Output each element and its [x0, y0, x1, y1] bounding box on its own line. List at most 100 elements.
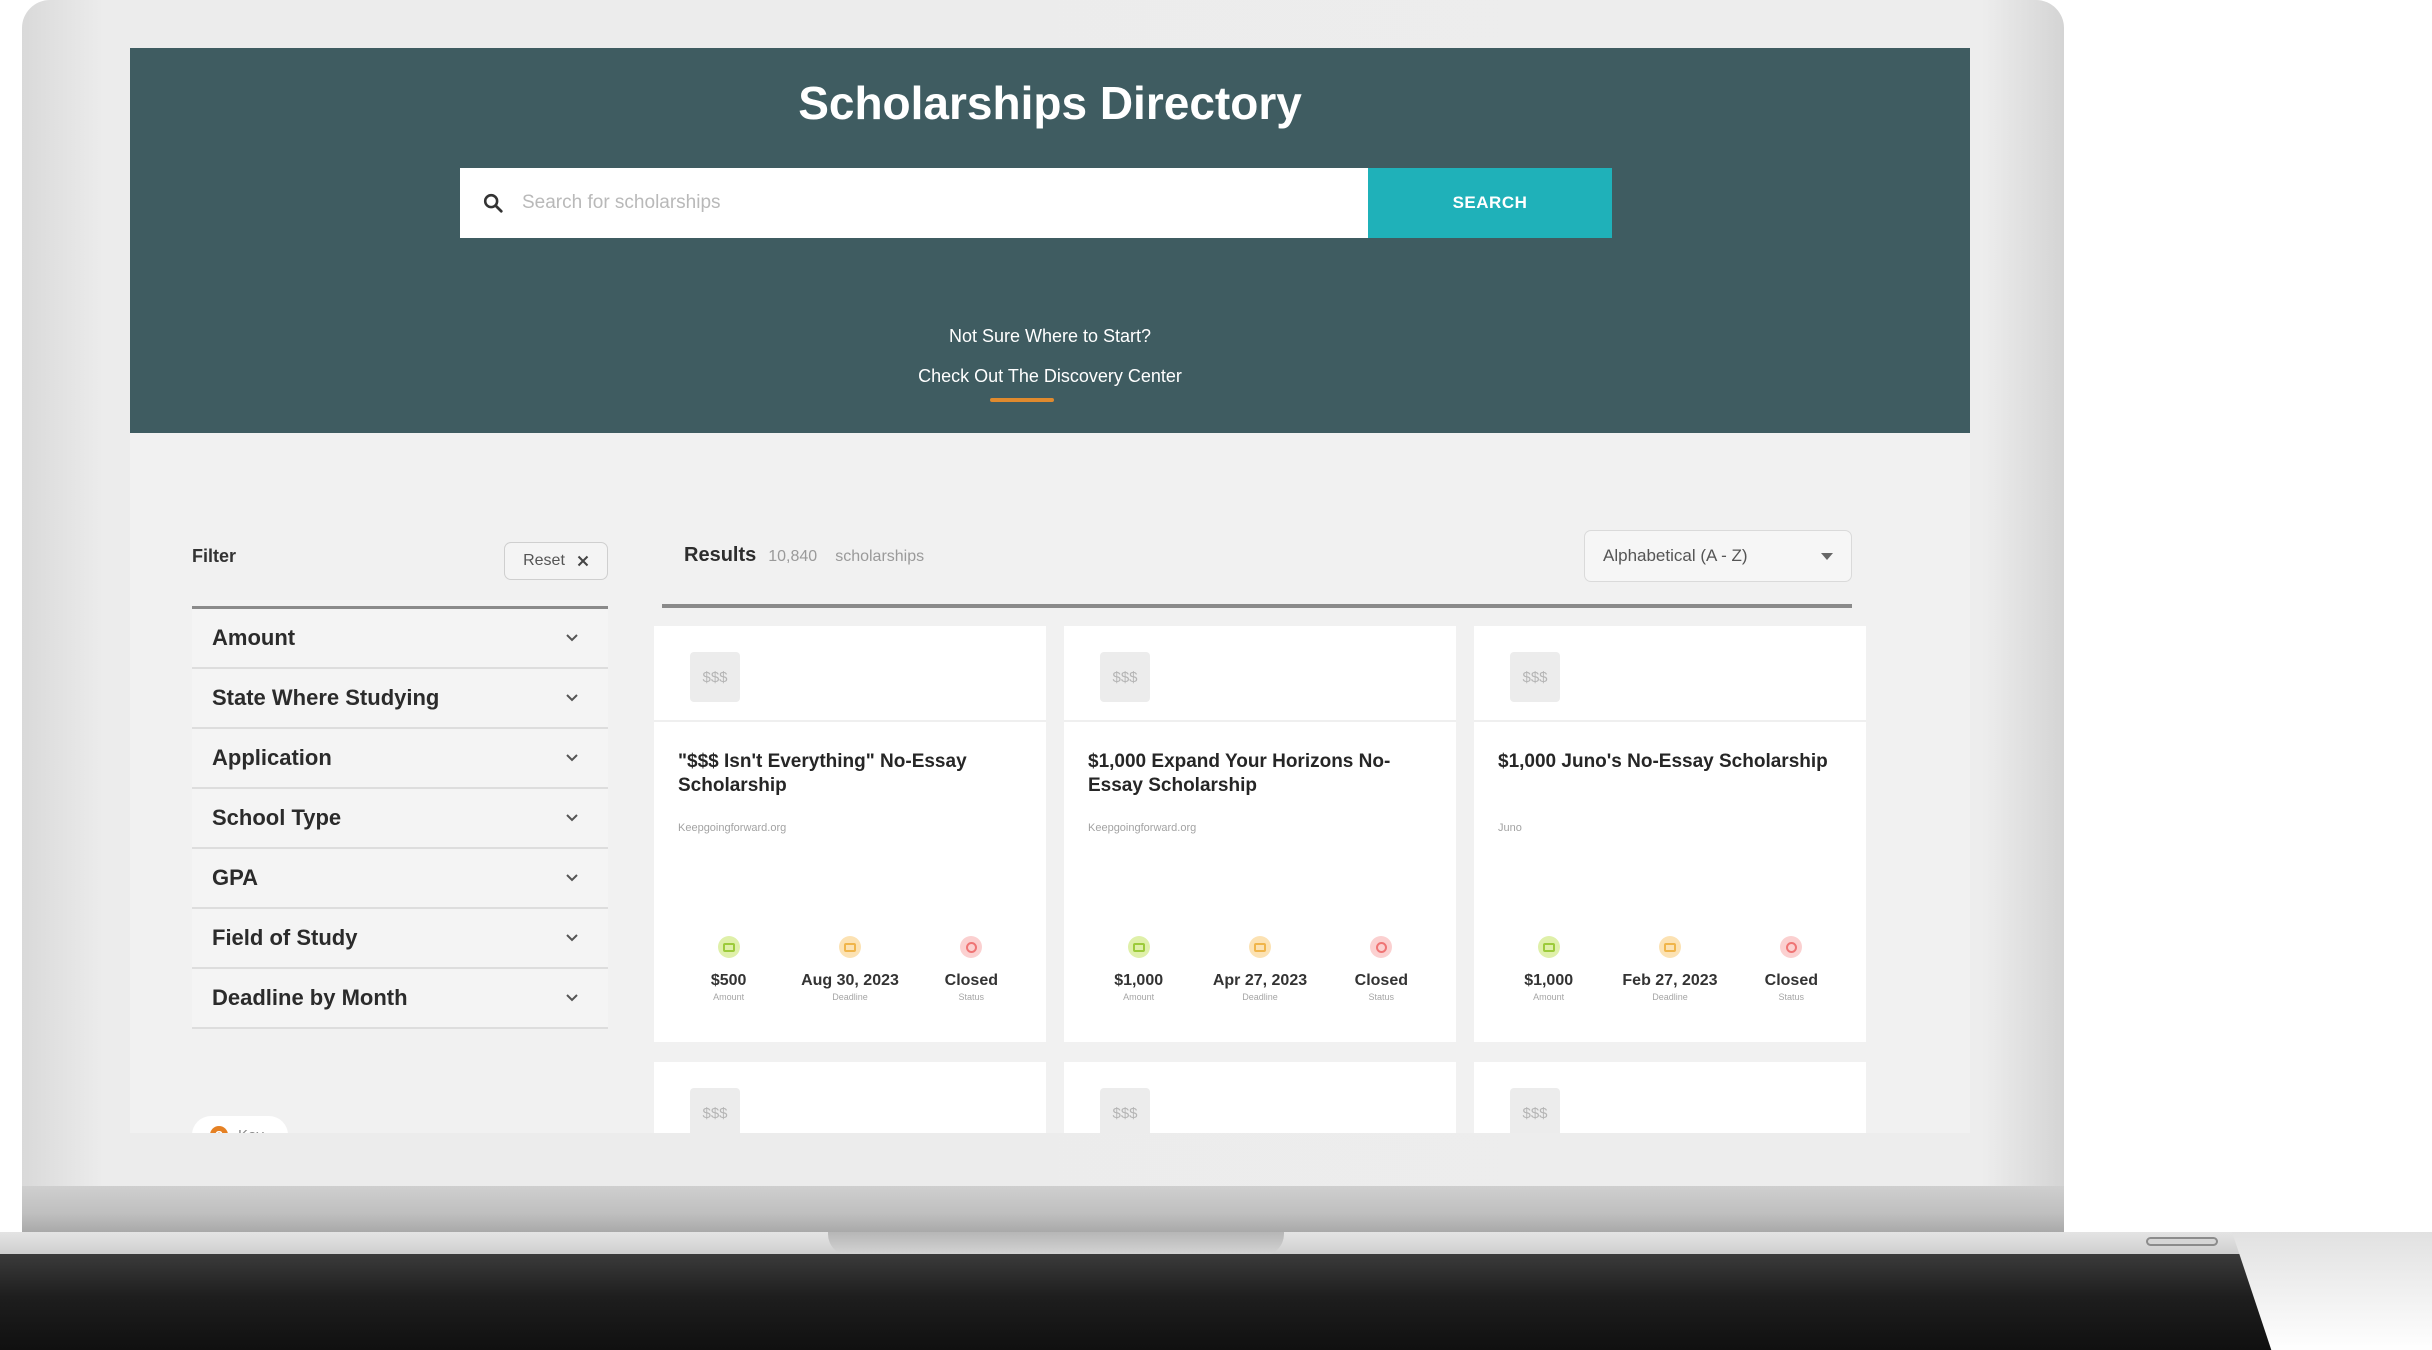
close-icon — [577, 555, 589, 567]
stat-amount: $500 Amount — [674, 936, 784, 1002]
search-bar — [460, 168, 1368, 238]
chevron-down-icon — [566, 874, 578, 882]
key-button[interactable]: ? Key — [192, 1116, 288, 1133]
stat-label: Amount — [1123, 992, 1155, 1002]
scholarship-card[interactable]: $$$ $1,000 Expand Your Horizons No-Essay… — [1064, 626, 1456, 1042]
filter-gpa[interactable]: GPA — [192, 849, 608, 909]
filter-item-label: Deadline by Month — [212, 985, 408, 1010]
stat-value: $500 — [710, 972, 747, 989]
money-icon — [1127, 936, 1150, 958]
card-title[interactable]: "$$$ Isn't Everything" No-Essay Scholars… — [678, 750, 1028, 798]
card-stats: $500 Amount Aug 30, 2023 Deadline Closed… — [654, 936, 1046, 1002]
card-provider: Keepgoingforward.org — [1088, 822, 1197, 834]
stat-label: Amount — [713, 992, 745, 1002]
chevron-down-icon — [566, 934, 578, 942]
stat-value: Aug 30, 2023 — [801, 972, 899, 989]
calendar-icon — [838, 936, 861, 958]
filter-application[interactable]: Application — [192, 729, 608, 789]
stat-value: Apr 27, 2023 — [1212, 972, 1308, 989]
amount-badge-icon: $$$ — [690, 1088, 740, 1133]
amount-badge-icon: $$$ — [1100, 652, 1150, 702]
amount-badge-icon: $$$ — [690, 652, 740, 702]
money-icon — [717, 936, 740, 958]
scholarship-card[interactable]: $$$ — [1064, 1062, 1456, 1133]
stat-label: Status — [1778, 992, 1805, 1002]
filter-item-label: School Type — [212, 805, 342, 830]
stat-status: Closed Status — [1326, 936, 1436, 1002]
stat-value: $1,000 — [1524, 972, 1574, 989]
caret-down-icon — [1821, 552, 1833, 560]
stat-value: Feb 27, 2023 — [1622, 972, 1718, 989]
laptop-base — [0, 1254, 2432, 1350]
calendar-icon — [1658, 936, 1681, 958]
card-provider: Juno — [1498, 822, 1522, 834]
stat-amount: $1,000 Amount — [1084, 936, 1194, 1002]
card-header: $$$ — [1474, 626, 1866, 722]
results-divider — [662, 604, 1852, 608]
scholarship-card[interactable]: $$$ $1,000 Juno's No-Essay Scholarship J… — [1474, 626, 1866, 1042]
stat-label: Deadline — [1242, 992, 1278, 1002]
stat-amount: $1,000 Amount — [1494, 936, 1604, 1002]
stat-value: $1,000 — [1114, 972, 1164, 989]
stat-deadline: Apr 27, 2023 Deadline — [1205, 936, 1315, 1002]
card-title[interactable]: $1,000 Expand Your Horizons No-Essay Sch… — [1088, 750, 1438, 798]
scholarship-card[interactable]: $$$ — [1474, 1062, 1866, 1133]
discovery-center-link[interactable]: Check Out The Discovery Center — [130, 366, 1970, 387]
page-title: Scholarships Directory — [798, 77, 1302, 129]
amount-badge-icon: $$$ — [1510, 1088, 1560, 1133]
filter-state-where-studying[interactable]: State Where Studying — [192, 669, 608, 729]
laptop-chin — [22, 1186, 2064, 1232]
card-title[interactable]: $1,000 Juno's No-Essay Scholarship — [1498, 750, 1848, 774]
stat-status: Closed Status — [1736, 936, 1846, 1002]
discovery-underline — [990, 398, 1054, 402]
filter-deadline-by-month[interactable]: Deadline by Month — [192, 969, 608, 1029]
amount-badge-icon: $$$ — [1100, 1088, 1150, 1133]
stat-value: Closed — [1354, 972, 1408, 989]
amount-badge-icon: $$$ — [1510, 652, 1560, 702]
chevron-down-icon — [566, 754, 578, 762]
sort-selected-value: Alphabetical (A - Z) — [1603, 546, 1748, 565]
stat-deadline: Feb 27, 2023 Deadline — [1615, 936, 1725, 1002]
search-input[interactable] — [504, 168, 1368, 238]
discovery-question: Not Sure Where to Start? — [948, 326, 1152, 346]
filter-item-label: Amount — [212, 625, 296, 650]
stat-label: Status — [958, 992, 985, 1002]
search-icon — [483, 193, 503, 213]
filter-heading: Filter — [192, 546, 237, 566]
calendar-icon — [1248, 936, 1271, 958]
stat-label: Deadline — [832, 992, 868, 1002]
results-count: 10,840 — [768, 548, 818, 565]
laptop-port — [2146, 1237, 2218, 1246]
clock-icon — [960, 936, 983, 958]
help-icon: ? — [210, 1126, 228, 1133]
card-stats: $1,000 Amount Apr 27, 2023 Deadline Clos… — [1064, 936, 1456, 1002]
chevron-down-icon — [566, 814, 578, 822]
filter-list: Amount State Where Studying Application … — [192, 606, 608, 1029]
chevron-down-icon — [566, 694, 578, 702]
clock-icon — [1370, 936, 1393, 958]
reset-label: Reset — [523, 552, 565, 569]
card-provider: Keepgoingforward.org — [678, 822, 787, 834]
stat-value: Closed — [944, 972, 998, 989]
stat-label: Deadline — [1652, 992, 1688, 1002]
stat-deadline: Aug 30, 2023 Deadline — [795, 936, 905, 1002]
filter-field-of-study[interactable]: Field of Study — [192, 909, 608, 969]
filter-item-label: State Where Studying — [212, 685, 440, 710]
chevron-down-icon — [566, 994, 578, 1002]
filter-school-type[interactable]: School Type — [192, 789, 608, 849]
sort-dropdown[interactable]: Alphabetical (A - Z) — [1584, 530, 1852, 582]
reset-filters-button[interactable]: Reset — [504, 542, 608, 580]
search-button[interactable]: SEARCH — [1368, 168, 1612, 238]
results-summary: Results 10,840 scholarships — [684, 544, 924, 567]
filter-item-label: GPA — [212, 865, 259, 890]
results-heading: Results — [684, 544, 757, 566]
stat-label: Amount — [1533, 992, 1565, 1002]
scholarship-card[interactable]: $$$ — [654, 1062, 1046, 1133]
stat-label: Status — [1368, 992, 1395, 1002]
laptop-lid-notch — [828, 1232, 1284, 1256]
card-header: $$$ — [1064, 626, 1456, 722]
filter-amount[interactable]: Amount — [192, 609, 608, 669]
filter-item-label: Field of Study — [212, 925, 358, 950]
scholarship-card[interactable]: $$$ "$$$ Isn't Everything" No-Essay Scho… — [654, 626, 1046, 1042]
card-header: $$$ — [654, 626, 1046, 722]
